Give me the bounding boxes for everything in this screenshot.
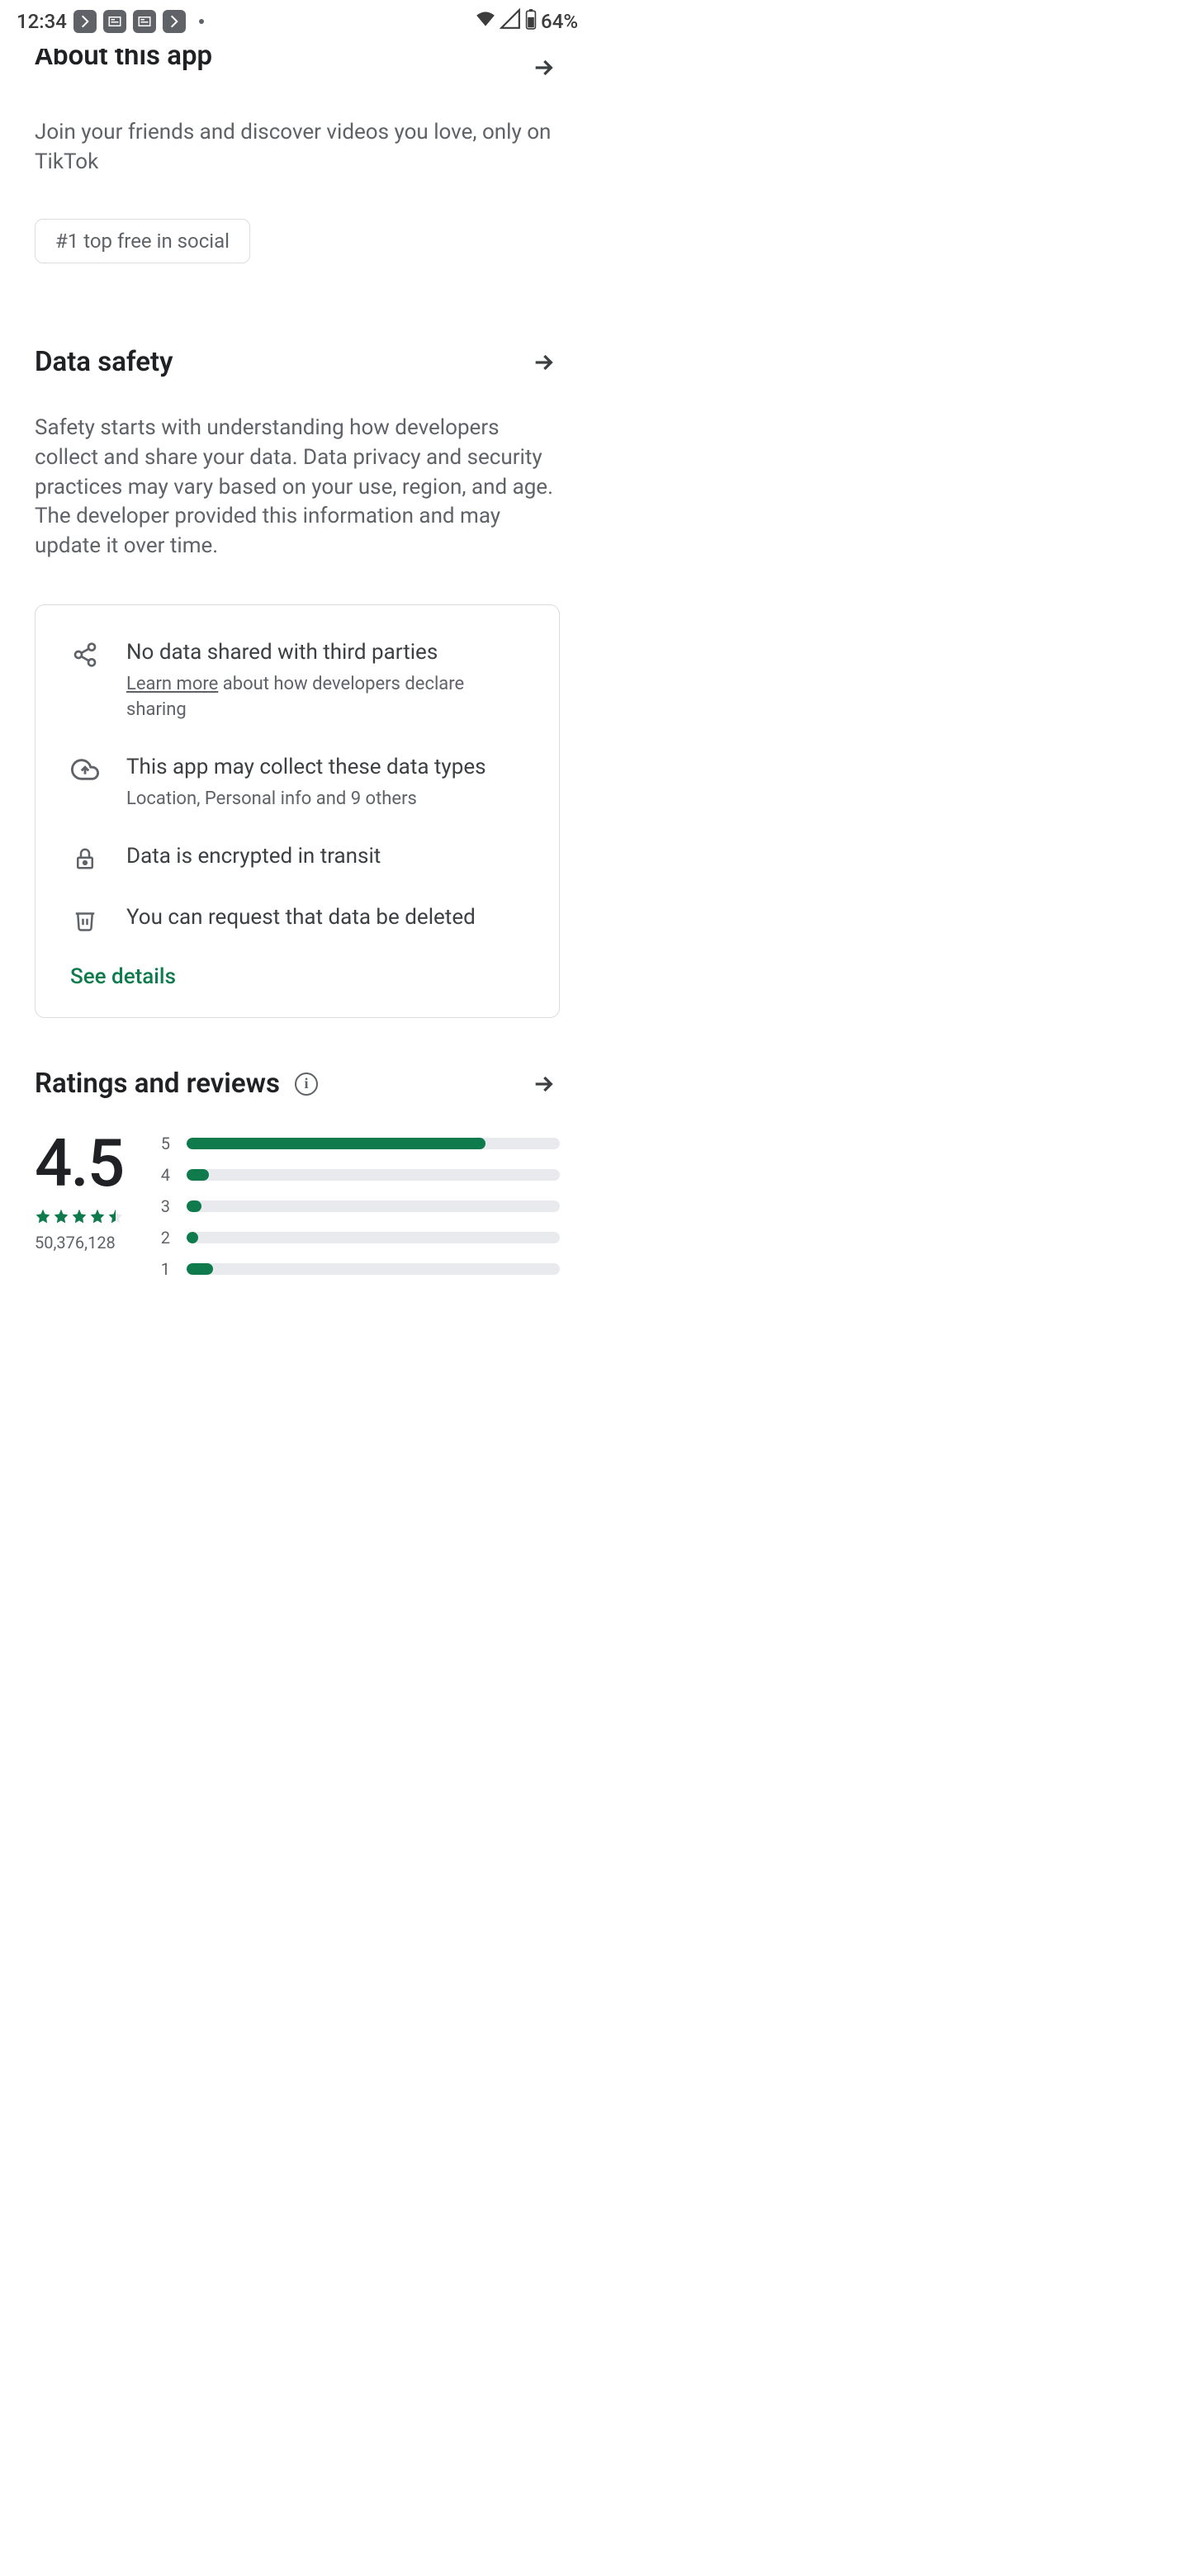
safety-sharing-sub: Learn more about how developers declare … (126, 672, 524, 723)
bar-label: 5 (159, 1134, 170, 1153)
status-bar: 12:34 64% (0, 0, 594, 41)
ratings-title: Ratings and reviews (35, 1068, 280, 1100)
ratings-body: 4.5 50,376,128 5 4 3 (35, 1130, 560, 1279)
data-safety-title: Data safety (35, 346, 173, 378)
bar-fill (187, 1263, 213, 1275)
status-right: 64% (475, 8, 578, 35)
battery-percent: 64% (541, 10, 578, 33)
see-details-link[interactable]: See details (70, 964, 524, 989)
star-icon (35, 1208, 51, 1224)
more-notifications-dot (199, 19, 204, 24)
bar-row-3: 3 (159, 1196, 560, 1216)
safety-item-sharing: No data shared with third parties Learn … (70, 638, 524, 723)
bar-row-2: 2 (159, 1228, 560, 1248)
bar-fill (187, 1200, 201, 1212)
bar-label: 1 (159, 1259, 170, 1279)
bar-label: 2 (159, 1228, 170, 1248)
cloud-upload-icon (70, 755, 100, 784)
status-time: 12:34 (17, 10, 67, 33)
star-icon (71, 1208, 88, 1224)
star-half-icon (107, 1208, 124, 1224)
rating-summary: 4.5 50,376,128 (35, 1130, 124, 1252)
notification-icon (73, 10, 97, 33)
safety-item-delete: You can request that data be deleted (70, 903, 524, 935)
share-icon (70, 640, 100, 670)
info-icon[interactable]: i (295, 1073, 318, 1096)
stars-row (35, 1208, 124, 1224)
trash-icon (70, 905, 100, 935)
bar-track (187, 1200, 560, 1212)
safety-collect-sub: Location, Personal info and 9 others (126, 787, 486, 812)
bar-row-5: 5 (159, 1134, 560, 1153)
ratings-arrow-icon[interactable] (527, 1068, 560, 1101)
bar-label: 4 (159, 1165, 170, 1185)
data-safety-header-row[interactable]: Data safety (35, 346, 560, 379)
bar-track (187, 1232, 560, 1243)
about-title: About this app (35, 49, 212, 72)
star-icon (89, 1208, 106, 1224)
news-icon-2 (133, 10, 156, 33)
bar-row-4: 4 (159, 1165, 560, 1185)
bar-fill (187, 1232, 198, 1243)
safety-item-encrypted: Data is encrypted in transit (70, 842, 524, 874)
bar-label: 3 (159, 1196, 170, 1216)
safety-delete-title: You can request that data be deleted (126, 903, 476, 932)
wifi-icon (475, 8, 496, 35)
rating-score: 4.5 (35, 1130, 124, 1196)
bar-track (187, 1263, 560, 1275)
data-safety-description: Safety starts with understanding how dev… (35, 414, 560, 561)
data-safety-card: No data shared with third parties Learn … (35, 604, 560, 1018)
learn-more-link[interactable]: Learn more (126, 674, 218, 694)
about-description: Join your friends and discover videos yo… (35, 117, 560, 178)
signal-icon (500, 8, 521, 35)
bar-track (187, 1169, 560, 1181)
about-header-row[interactable]: About this app (35, 51, 560, 84)
rating-bars: 5 4 3 2 1 (159, 1130, 560, 1279)
safety-sharing-title: No data shared with third parties (126, 638, 524, 667)
news-icon (103, 10, 126, 33)
review-count: 50,376,128 (35, 1233, 124, 1252)
bar-track (187, 1138, 560, 1149)
notification-icon-2 (163, 10, 186, 33)
about-arrow-icon[interactable] (527, 51, 560, 84)
star-icon (53, 1208, 69, 1224)
battery-icon (524, 8, 538, 35)
ratings-header-row[interactable]: Ratings and reviews i (35, 1068, 560, 1101)
bar-fill (187, 1169, 209, 1181)
status-left: 12:34 (17, 10, 204, 33)
data-safety-arrow-icon[interactable] (527, 346, 560, 379)
lock-icon (70, 844, 100, 874)
safety-collect-title: This app may collect these data types (126, 753, 486, 782)
bar-row-1: 1 (159, 1259, 560, 1279)
safety-item-collect: This app may collect these data types Lo… (70, 753, 524, 812)
safety-encrypted-title: Data is encrypted in transit (126, 842, 381, 871)
ranking-chip[interactable]: #1 top free in social (35, 219, 250, 263)
bar-fill (187, 1138, 486, 1149)
